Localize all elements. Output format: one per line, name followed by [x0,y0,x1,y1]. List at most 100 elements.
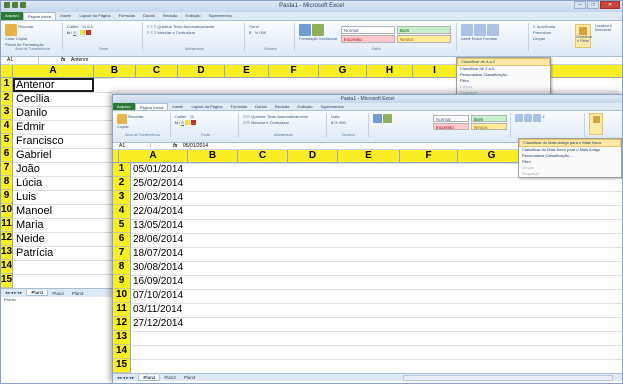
cell[interactable]: 03/11/2014 [133,304,182,315]
row-header[interactable]: 9 [113,275,130,289]
row-header[interactable]: 5 [113,219,130,233]
tab-insert[interactable]: Inserir [168,103,187,110]
row-header[interactable]: 14 [1,260,12,274]
column-header[interactable]: D [178,65,225,77]
style-incorreto[interactable]: Incorreto [341,35,395,43]
fill-color-icon[interactable] [79,30,85,36]
row-header[interactable]: 13 [1,246,12,260]
cell[interactable]: Patrícia [16,247,53,259]
row-header[interactable]: 9 [1,190,12,204]
tab-view[interactable]: Exibição [181,12,204,20]
paste-button[interactable]: Colar [5,36,15,41]
formula-input[interactable]: Antenor [71,57,89,64]
row-header[interactable]: 8 [1,176,12,190]
cell[interactable]: 20/03/2014 [133,192,183,203]
cell[interactable]: 22/04/2014 [133,206,183,217]
fx-icon[interactable]: fx [61,57,65,64]
tab-file[interactable]: Arquivo [113,103,135,110]
cell[interactable]: 05/01/2014 [133,164,183,175]
save-icon[interactable] [4,2,10,8]
sheet-tab[interactable]: Plan3 [68,291,88,296]
redo-icon[interactable] [20,2,26,8]
minimize-button[interactable]: – [574,1,586,9]
font-name-select[interactable]: Calibri [67,24,78,29]
cell[interactable]: 28/06/2014 [133,234,183,245]
merge-center-button[interactable]: Mesclar e Centralizar [251,120,289,125]
row-header[interactable]: 10 [113,289,130,303]
cell[interactable]: Danilo [16,107,47,119]
column-header[interactable]: B [188,150,238,162]
cell[interactable]: 07/10/2014 [133,290,183,301]
column-header[interactable]: H [367,65,413,77]
sheet-tab[interactable]: Plan2 [160,375,180,380]
wrap-text-button[interactable]: Quebrar Texto Automaticamente [251,114,308,119]
style-normal[interactable]: Normal [433,115,469,122]
cell[interactable]: Gabriel [16,149,51,161]
sort-filter-button[interactable]: Classificar e Filtrar [575,24,592,48]
cell[interactable]: Lúcia [16,177,42,189]
row-header[interactable]: 11 [113,303,130,317]
tab-data[interactable]: Dados [251,103,271,110]
row-header[interactable]: 2 [1,92,12,106]
conditional-format-icon[interactable] [299,24,311,36]
style-bom[interactable]: Bom [397,26,451,34]
tab-addins[interactable]: Suplementos [204,12,235,20]
tab-formulas[interactable]: Fórmulas [227,103,252,110]
row-header[interactable]: 12 [113,317,130,331]
row-header[interactable]: 8 [113,261,130,275]
sheet-nav-arrows[interactable]: ◂◂ ◂ ▸ ▸▸ [113,375,138,381]
column-header[interactable]: B [94,65,136,77]
style-incorreto[interactable]: Incorreto [433,123,469,130]
cell[interactable]: 16/09/2014 [133,276,183,287]
tab-page-layout[interactable]: Layout da Página [187,103,226,110]
cell[interactable]: Manoel [16,205,52,217]
row-header[interactable]: 4 [113,205,130,219]
column-header[interactable]: D [288,150,338,162]
row-header[interactable]: 4 [1,120,12,134]
style-neutra[interactable]: Neutra [471,123,507,130]
cell[interactable]: Cecília [16,93,50,105]
cut-button[interactable]: Recortar [128,114,143,119]
cell[interactable]: Luis [16,191,36,203]
cell[interactable]: Maria [16,219,44,231]
row-header[interactable]: 14 [113,345,130,359]
undo-icon[interactable] [12,2,18,8]
column-header[interactable]: G [319,65,367,77]
font-color-icon[interactable] [85,30,91,36]
close-button[interactable]: ✕ [600,1,620,9]
row-header[interactable]: 6 [1,148,12,162]
sheet-nav-arrows[interactable]: ◂◂ ◂ ▸ ▸▸ [1,290,26,296]
cell[interactable]: 13/05/2014 [133,220,183,231]
cell[interactable]: Antenor [16,79,55,91]
column-header[interactable]: I [413,65,457,77]
cell[interactable]: Francisco [16,135,64,147]
paste-icon[interactable] [117,114,127,124]
insert-cells-icon[interactable] [515,114,523,122]
tab-data[interactable]: Dados [139,12,159,20]
sheet-tab[interactable]: Plan3 [180,375,200,380]
number-format-select[interactable]: Data [331,114,339,119]
row-header[interactable]: 3 [113,191,130,205]
column-header[interactable]: F [400,150,458,162]
tab-addins[interactable]: Suplementos [316,103,347,110]
font-size-select[interactable]: 11 [190,114,194,119]
style-normal[interactable]: Normal [341,26,395,34]
cell[interactable]: 18/07/2014 [133,248,183,259]
cell[interactable]: 27/12/2014 [133,318,183,329]
column-header[interactable]: A [119,150,188,162]
tab-review[interactable]: Revisão [159,12,181,20]
delete-button[interactable]: Excluir [472,37,483,41]
cell[interactable]: João [16,163,40,175]
row-header[interactable]: 3 [1,106,12,120]
fill-color-icon[interactable] [185,120,191,126]
conditional-format-icon[interactable] [373,114,382,123]
copy-button[interactable]: Copiar [117,124,129,129]
tab-page-layout[interactable]: Layout da Página [75,12,114,20]
cut-button[interactable]: Recortar [18,24,33,29]
column-header[interactable]: G [458,150,526,162]
menu-item-sort-a-z[interactable]: Classificar de A a Z [457,58,550,66]
font-color-icon[interactable] [191,120,197,126]
tab-file[interactable]: Arquivo [1,12,23,20]
select-all-corner[interactable] [1,65,13,77]
row-header[interactable]: 13 [113,331,130,345]
